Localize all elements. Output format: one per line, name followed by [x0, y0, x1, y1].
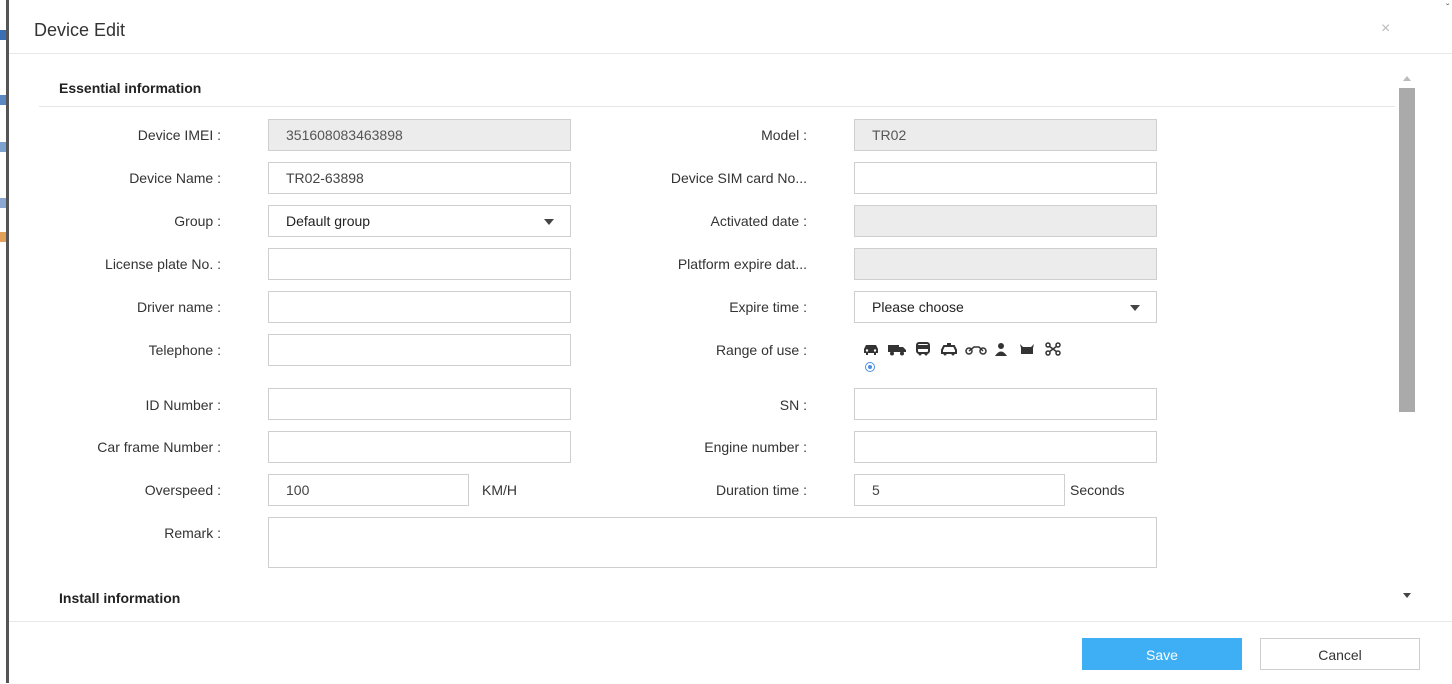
- telephone-label: Telephone :: [148, 342, 221, 358]
- chevron-down-icon: [544, 219, 554, 225]
- imei-input[interactable]: 351608083463898: [268, 119, 571, 151]
- range-other-radio[interactable]: [865, 362, 875, 372]
- license-plate-label: License plate No. :: [105, 256, 221, 272]
- section-install-title: Install information: [59, 590, 181, 606]
- model-label: Model :: [761, 127, 807, 143]
- motorcycle-icon[interactable]: [965, 342, 991, 358]
- duration-time-input[interactable]: 5: [854, 474, 1065, 506]
- device-name-input[interactable]: TR02-63898: [268, 162, 571, 194]
- telephone-input[interactable]: [268, 334, 571, 366]
- save-button[interactable]: Save: [1082, 638, 1242, 670]
- overspeed-unit: KM/H: [482, 482, 517, 498]
- group-select-value: Default group: [286, 213, 371, 229]
- edge-blip: [0, 198, 6, 208]
- expire-time-select-value: Please choose: [872, 299, 964, 315]
- section-divider: [39, 106, 1395, 107]
- taxi-icon[interactable]: [939, 342, 965, 358]
- platform-expire-label: Platform expire dat...: [677, 256, 807, 272]
- bus-icon[interactable]: [913, 342, 939, 358]
- background-window-edge: [0, 0, 9, 683]
- activated-date-input[interactable]: [854, 205, 1157, 237]
- expire-time-label: Expire time :: [729, 299, 807, 315]
- sn-input[interactable]: [854, 388, 1157, 420]
- car-icon[interactable]: [861, 342, 887, 358]
- driver-name-label: Driver name :: [136, 299, 221, 315]
- edge-blip: [0, 95, 6, 105]
- driver-name-input[interactable]: [268, 291, 571, 323]
- overspeed-label: Overspeed :: [144, 482, 221, 498]
- sim-card-label: Device SIM card No...: [670, 170, 807, 186]
- person-icon[interactable]: [991, 342, 1017, 358]
- activated-date-label: Activated date :: [710, 213, 807, 229]
- id-number-label: ID Number :: [145, 397, 221, 413]
- scroll-up-arrow-icon[interactable]: [1403, 76, 1411, 81]
- close-icon[interactable]: ×: [1381, 20, 1390, 38]
- edge-blip: [0, 232, 6, 242]
- dialog-body[interactable]: Essential information Device IMEI : 3516…: [9, 66, 1423, 612]
- group-select[interactable]: Default group: [268, 205, 571, 237]
- range-of-use-label: Range of use :: [715, 342, 807, 358]
- edge-blip: [0, 30, 6, 40]
- overspeed-input[interactable]: 100: [268, 474, 469, 506]
- remark-label: Remark :: [164, 525, 221, 541]
- dialog-footer: Save Cancel: [9, 621, 1452, 684]
- id-number-input[interactable]: [268, 388, 571, 420]
- range-of-use-icons: [861, 342, 1069, 358]
- imei-label: Device IMEI :: [137, 127, 221, 143]
- platform-expire-input[interactable]: [854, 248, 1157, 280]
- car-frame-label: Car frame Number :: [97, 439, 221, 455]
- expire-time-select[interactable]: Please choose: [854, 291, 1157, 323]
- group-label: Group :: [174, 213, 221, 229]
- duration-time-label: Duration time :: [715, 482, 807, 498]
- cancel-button[interactable]: Cancel: [1260, 638, 1420, 670]
- cow-icon[interactable]: [1017, 342, 1043, 358]
- chevron-down-icon: [1130, 305, 1140, 311]
- sn-label: SN :: [779, 397, 807, 413]
- edge-blip: [0, 142, 6, 152]
- car-frame-input[interactable]: [268, 431, 571, 463]
- section-essential-title: Essential information: [59, 80, 202, 96]
- scroll-down-arrow-icon[interactable]: [1403, 593, 1411, 598]
- model-input[interactable]: TR02: [854, 119, 1157, 151]
- device-name-label: Device Name :: [129, 170, 221, 186]
- license-plate-input[interactable]: [268, 248, 571, 280]
- engine-number-label: Engine number :: [704, 439, 807, 455]
- device-edit-dialog: Device Edit × ˇ Essential information De…: [9, 0, 1452, 683]
- dialog-header: Device Edit × ˇ: [9, 0, 1452, 54]
- truck-icon[interactable]: [887, 342, 913, 358]
- remark-textarea[interactable]: [268, 517, 1157, 568]
- other-icon[interactable]: [1043, 342, 1069, 358]
- dialog-title: Device Edit: [34, 20, 126, 40]
- duration-time-unit: Seconds: [1070, 482, 1125, 498]
- body-scrollbar[interactable]: [1395, 68, 1419, 608]
- scroll-thumb[interactable]: [1399, 88, 1415, 412]
- sim-card-input[interactable]: [854, 162, 1157, 194]
- corner-mark: ˇ: [1446, 3, 1450, 14]
- engine-number-input[interactable]: [854, 431, 1157, 463]
